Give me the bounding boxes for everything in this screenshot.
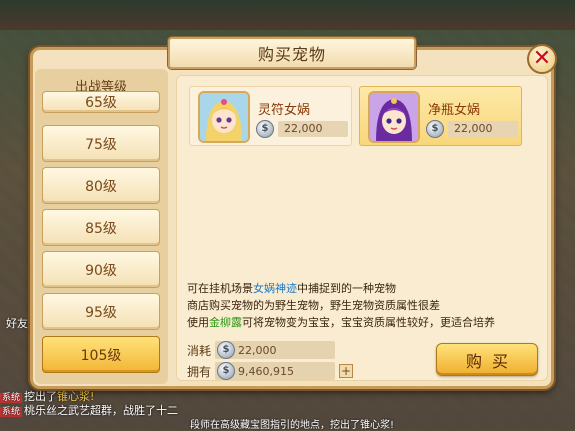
owned-row: 拥有 $ 9,460,915 + <box>187 362 354 380</box>
chat-system-tag: 系统 <box>0 407 23 417</box>
silver-coin-icon: $ <box>217 362 236 380</box>
owned-label: 拥有 <box>187 364 212 379</box>
item-link[interactable]: 金柳露 <box>209 316 242 329</box>
level-item-105[interactable]: 105级 <box>42 336 160 373</box>
pet-price-value: 22,000 <box>448 121 518 137</box>
add-currency-button[interactable]: + <box>339 364 354 378</box>
pet-price: $ 22,000 <box>256 120 348 138</box>
desc-text: 使用 <box>187 316 209 329</box>
pet-card-jingping-nvwa[interactable]: 净瓶女娲 $ 22,000 <box>359 86 522 146</box>
pet-name: 净瓶女娲 <box>428 103 481 118</box>
cost-label: 消耗 <box>187 343 212 358</box>
pet-name: 灵符女娲 <box>258 103 311 118</box>
cost-value: 22,000 <box>238 343 277 357</box>
level-item-90[interactable]: 90级 <box>42 251 160 288</box>
side-friend-label[interactable]: 好友 <box>6 315 28 331</box>
chat-text: 桃乐丝之武艺超群，战胜了十二 <box>24 404 179 417</box>
location-link[interactable]: 女娲神迹 <box>253 282 297 295</box>
silver-coin-icon: $ <box>217 341 236 359</box>
close-icon: ✕ <box>532 46 552 71</box>
pet-description-line2: 商店购买宠物的为野生宠物，野生宠物资质属性很差 <box>187 299 440 312</box>
owned-field: $ 9,460,915 <box>215 362 336 380</box>
chat-line: 系统 桃乐丝之武艺超群，战胜了十二 <box>0 402 178 418</box>
pet-avatar <box>368 91 420 143</box>
cost-row: 消耗 $ 22,000 <box>187 341 336 359</box>
level-item-65[interactable]: 65级 <box>42 91 160 113</box>
level-item-95[interactable]: 95级 <box>42 293 160 330</box>
level-item-75[interactable]: 75级 <box>42 125 160 162</box>
level-item-85[interactable]: 85级 <box>42 209 160 246</box>
cost-field: $ 22,000 <box>215 341 336 359</box>
silver-coin-icon: $ <box>426 120 444 138</box>
desc-text: 可将宠物变为宝宝，宝宝资质属性较好，更适合培养 <box>242 316 495 329</box>
close-button[interactable]: ✕ <box>527 44 557 74</box>
bottom-chat-text: 段师在高级藏宝图指引的地点，挖出了锥心浆! <box>190 420 395 431</box>
silver-coin-icon: $ <box>256 120 274 138</box>
plus-icon: + <box>340 364 352 378</box>
level-item-80[interactable]: 80级 <box>42 167 160 204</box>
pet-description-line3: 使用金柳露可将宠物变为宝宝，宝宝资质属性较好，更适合培养 <box>187 314 495 330</box>
pet-price-value: 22,000 <box>278 121 348 137</box>
owned-value: 9,460,915 <box>238 364 294 378</box>
desc-text: 中捕捉到的一种宠物 <box>297 282 396 295</box>
pet-price: $ 22,000 <box>426 120 518 138</box>
world-roof <box>0 0 575 30</box>
pet-avatar <box>198 91 250 143</box>
desc-text: 可在挂机场景 <box>187 282 253 295</box>
pet-description-line1: 可在挂机场景女娲神迹中捕捉到的一种宠物 <box>187 280 396 296</box>
dialog-title: 购买宠物 <box>168 37 416 69</box>
buy-button[interactable]: 购买 <box>436 343 538 376</box>
pet-card-lingfu-nvwa[interactable]: 灵符女娲 $ 22,000 <box>189 86 352 146</box>
